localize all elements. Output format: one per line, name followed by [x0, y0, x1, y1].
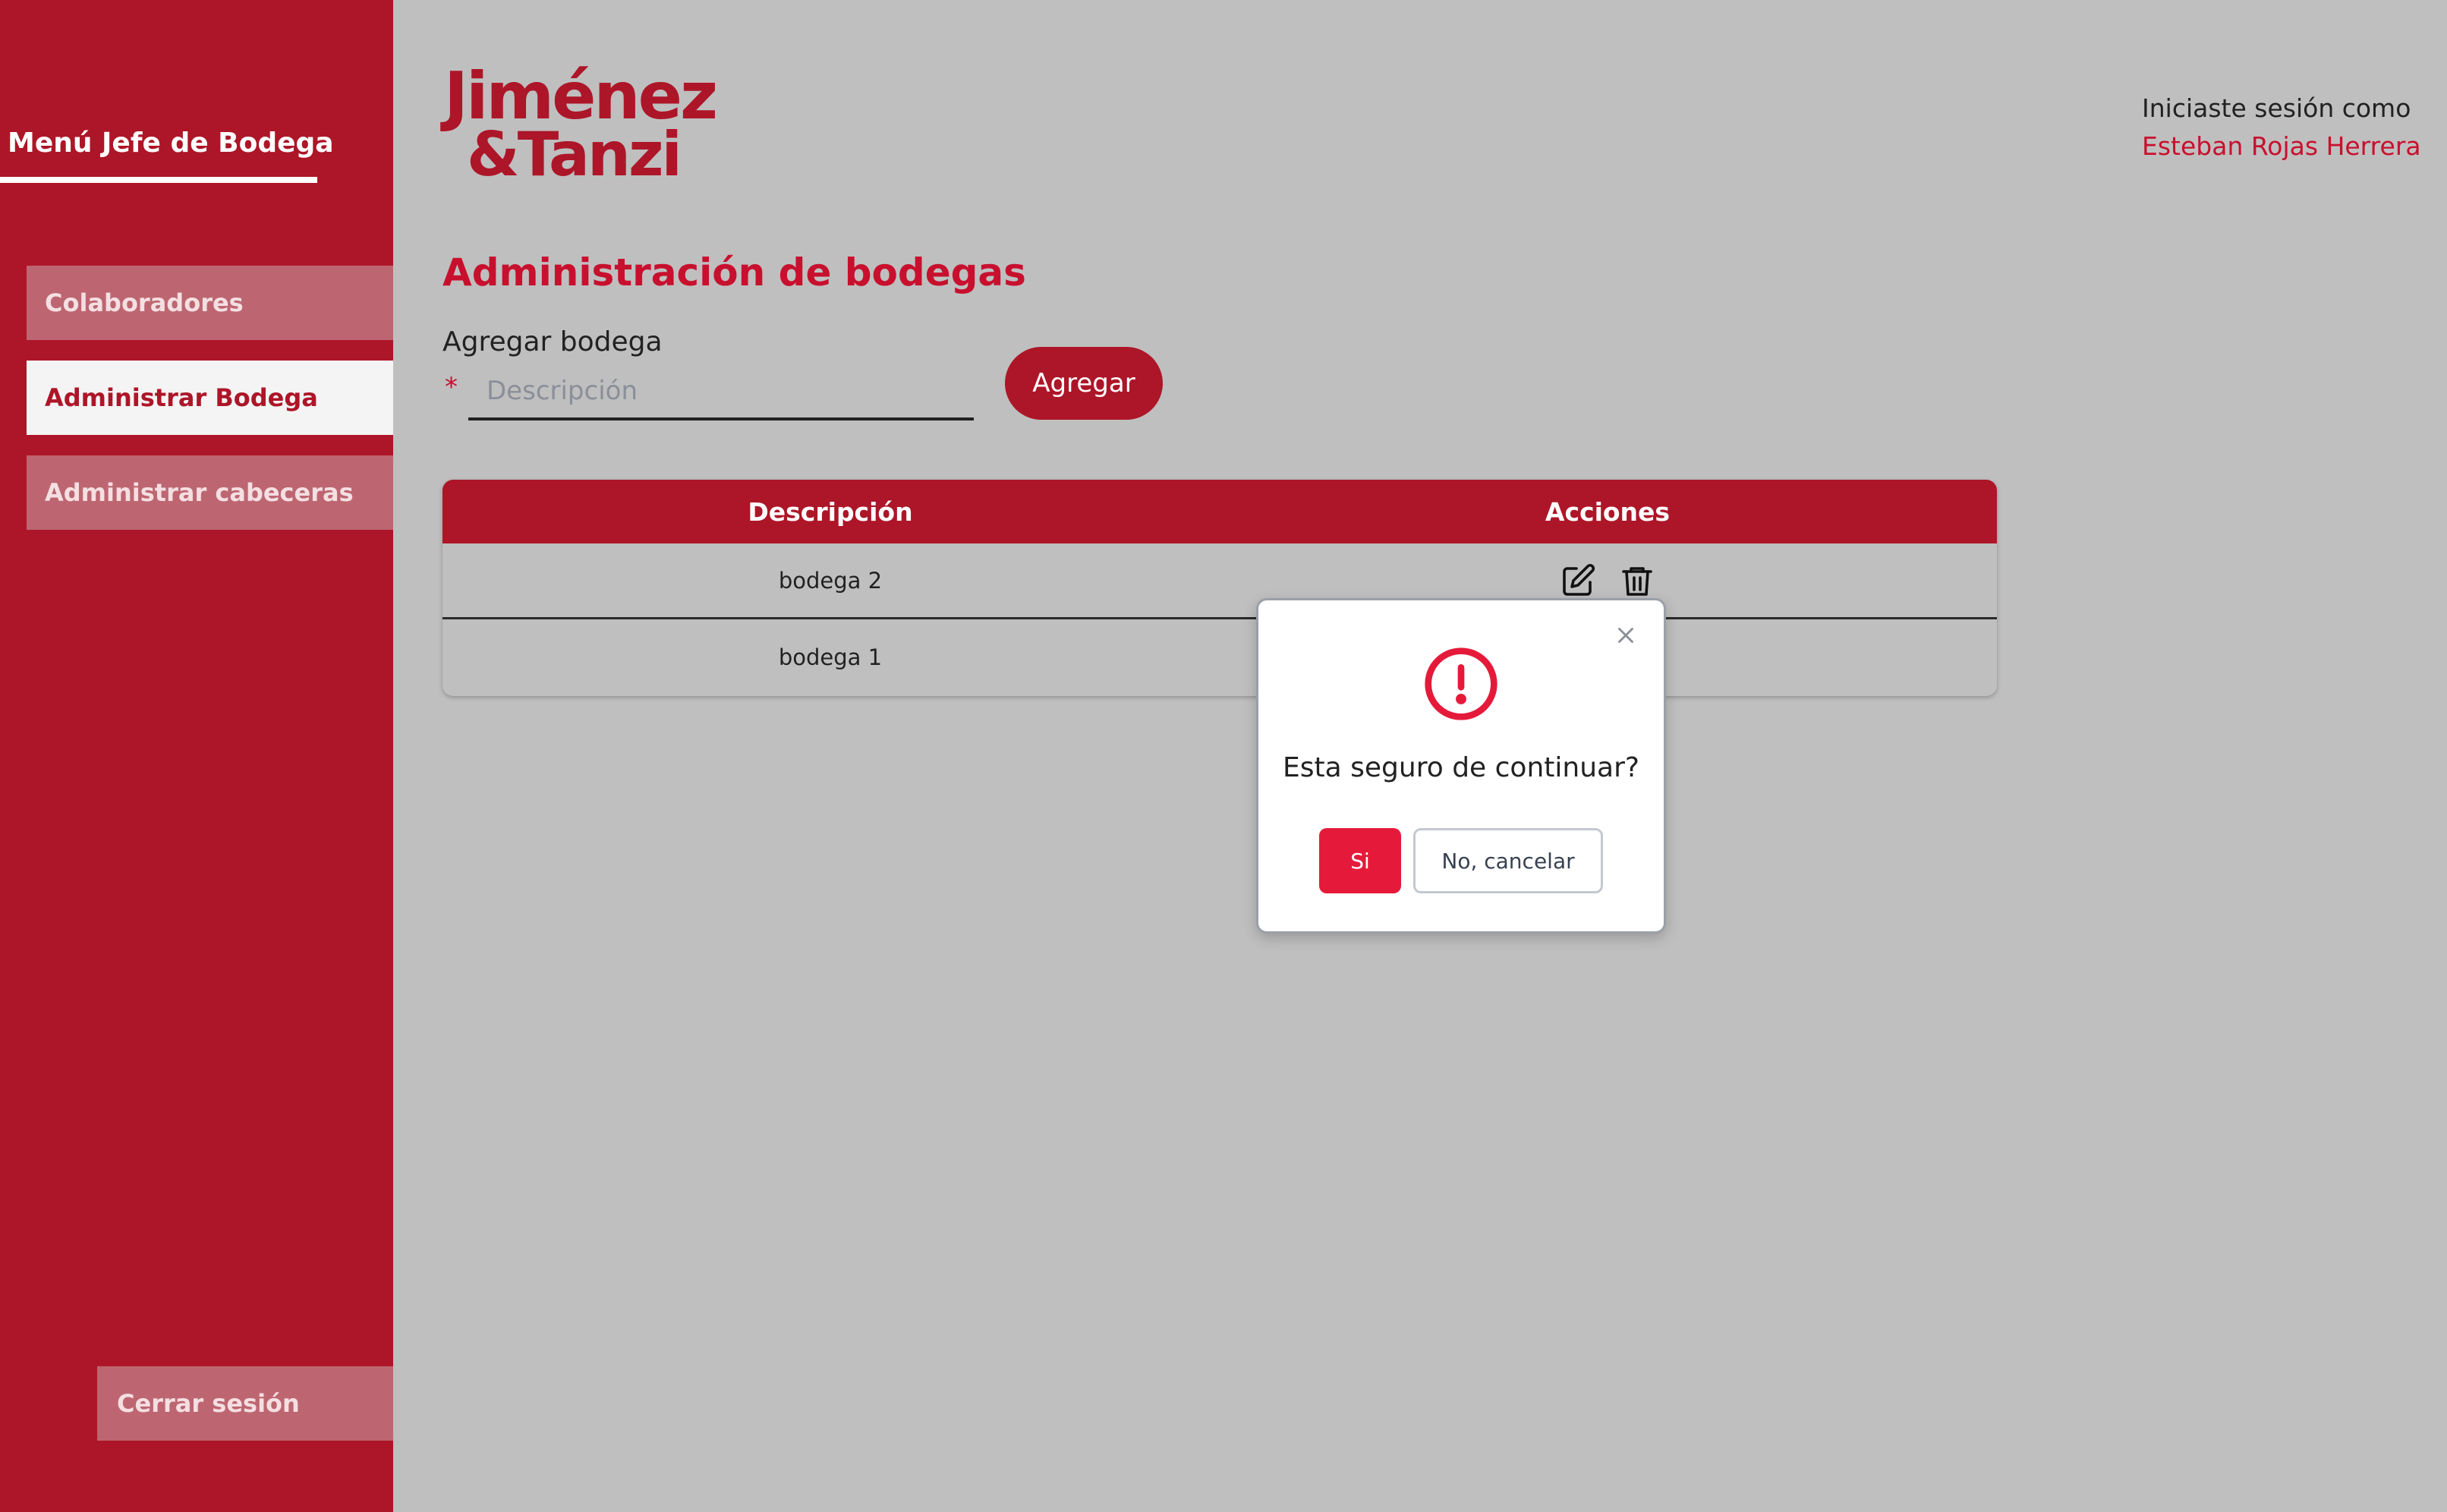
sidebar-title: Menú Jefe de Bodega — [8, 128, 334, 159]
description-input[interactable] — [468, 364, 974, 421]
column-header-actions: Acciones — [1545, 496, 1671, 527]
sidebar-title-underline — [0, 177, 317, 183]
sidebar-item-label: Administrar Bodega — [45, 383, 318, 412]
sidebar-item-label: Administrar cabeceras — [45, 478, 354, 507]
cancel-button[interactable]: No, cancelar — [1413, 828, 1603, 893]
column-header-description: Descripción — [748, 496, 913, 527]
logo-line-1: Jiménez — [444, 58, 718, 134]
session-info: Iniciaste sesión como Esteban Rojas Herr… — [2142, 90, 2421, 165]
close-icon[interactable] — [1609, 619, 1642, 652]
edit-icon[interactable] — [1558, 561, 1598, 600]
brand-logo: Jiménez &Tanzi — [444, 58, 718, 191]
add-warehouse-label: Agregar bodega — [442, 326, 663, 358]
sidebar: Menú Jefe de Bodega Colaboradores Admini… — [0, 0, 393, 1512]
cell-description: bodega 1 — [778, 644, 883, 670]
table-row: bodega 2 — [442, 543, 1997, 619]
sidebar-item-administrar-bodega[interactable]: Administrar Bodega — [27, 361, 393, 435]
logout-label: Cerrar sesión — [117, 1389, 300, 1418]
cell-description: bodega 2 — [778, 567, 883, 594]
sidebar-item-label: Colaboradores — [45, 288, 244, 317]
cell-actions — [1218, 561, 1997, 600]
dialog-message: Esta seguro de continuar? — [1283, 752, 1639, 783]
logo-line-2: &Tanzi — [467, 119, 682, 191]
add-button[interactable]: Agregar — [1005, 347, 1163, 420]
logout-button[interactable]: Cerrar sesión — [97, 1366, 393, 1441]
sidebar-item-administrar-cabeceras[interactable]: Administrar cabeceras — [27, 455, 393, 530]
sidebar-item-colaboradores[interactable]: Colaboradores — [27, 266, 393, 340]
confirm-dialog: Esta seguro de continuar? Si No, cancela… — [1256, 598, 1666, 934]
table-header: Descripción Acciones — [442, 480, 1997, 543]
alert-circle-icon — [1422, 644, 1501, 723]
user-name: Esteban Rojas Herrera — [2142, 131, 2421, 161]
table-row: bodega 1 — [442, 619, 1997, 695]
session-label: Iniciaste sesión como — [2142, 93, 2411, 123]
trash-icon[interactable] — [1617, 561, 1657, 600]
warehouses-table: Descripción Acciones bodega 2 bodega 1 — [442, 480, 1997, 696]
page-title: Administración de bodegas — [442, 250, 1026, 295]
required-marker: * — [445, 372, 458, 402]
confirm-button[interactable]: Si — [1319, 828, 1401, 893]
